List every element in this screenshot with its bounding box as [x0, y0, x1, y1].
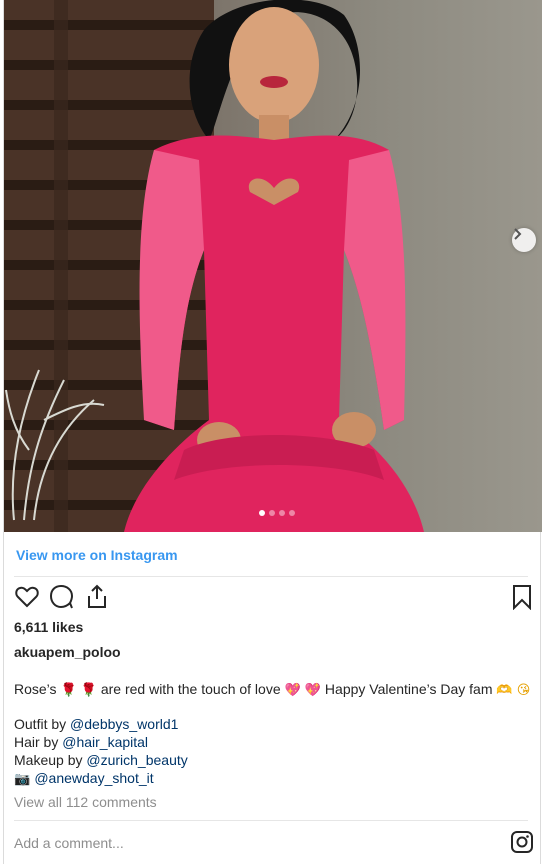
caption-text: Rose’s — [14, 681, 61, 697]
divider — [14, 576, 528, 577]
photo-illustration — [4, 0, 424, 532]
carousel-dot — [259, 510, 265, 516]
camera-icon: 📷 — [14, 772, 35, 787]
like-count[interactable]: 6,611 likes — [14, 619, 83, 635]
carousel-indicator — [259, 510, 295, 516]
post-username[interactable]: akuapem_poloo — [14, 644, 121, 660]
add-comment-input[interactable]: Add a comment... — [14, 835, 124, 851]
caption-text: Happy Valentine’s Day fam — [321, 681, 497, 697]
post-actions — [14, 584, 534, 610]
post-credits: Outfit by @debbys_world1 Hair by @hair_k… — [14, 715, 188, 789]
mention-link[interactable]: @hair_kapital — [62, 734, 148, 750]
heart-emoji: 💖 💖 — [284, 683, 322, 698]
carousel-dot — [289, 510, 295, 516]
instagram-logo-icon[interactable] — [510, 830, 534, 854]
credit-line: 📷 @anewday_shot_it — [14, 769, 188, 789]
share-icon[interactable] — [84, 584, 110, 610]
post-caption: Rose’s 🌹 🌹 are red with the touch of lov… — [14, 680, 534, 700]
credit-line: Hair by @hair_kapital — [14, 733, 188, 751]
mention-link[interactable]: @anewday_shot_it — [34, 770, 153, 786]
view-more-link[interactable]: View more on Instagram — [16, 547, 178, 563]
bookmark-icon[interactable] — [509, 584, 535, 610]
credit-label: Makeup by — [14, 752, 87, 768]
comment-icon[interactable] — [49, 584, 75, 610]
carousel-dot — [279, 510, 285, 516]
heart-icon[interactable] — [14, 584, 40, 610]
credit-line: Makeup by @zurich_beauty — [14, 751, 188, 769]
caption-text: are red with the touch of love — [96, 681, 285, 697]
credit-line: Outfit by @debbys_world1 — [14, 715, 188, 733]
credit-label: Hair by — [14, 734, 63, 750]
mention-link[interactable]: @debbys_world1 — [70, 716, 178, 732]
divider — [14, 820, 528, 821]
mention-link[interactable]: @zurich_beauty — [86, 752, 187, 768]
credit-label: Outfit by — [14, 716, 71, 732]
carousel-next-button[interactable] — [512, 228, 536, 252]
chevron-right-icon — [514, 228, 522, 240]
post-photo[interactable] — [4, 0, 542, 532]
view-all-comments-link[interactable]: View all 112 comments — [14, 794, 157, 810]
emoji: 🫶 😘 — [496, 683, 531, 698]
rose-emoji: 🌹 🌹 — [60, 683, 97, 698]
carousel-dot — [269, 510, 275, 516]
